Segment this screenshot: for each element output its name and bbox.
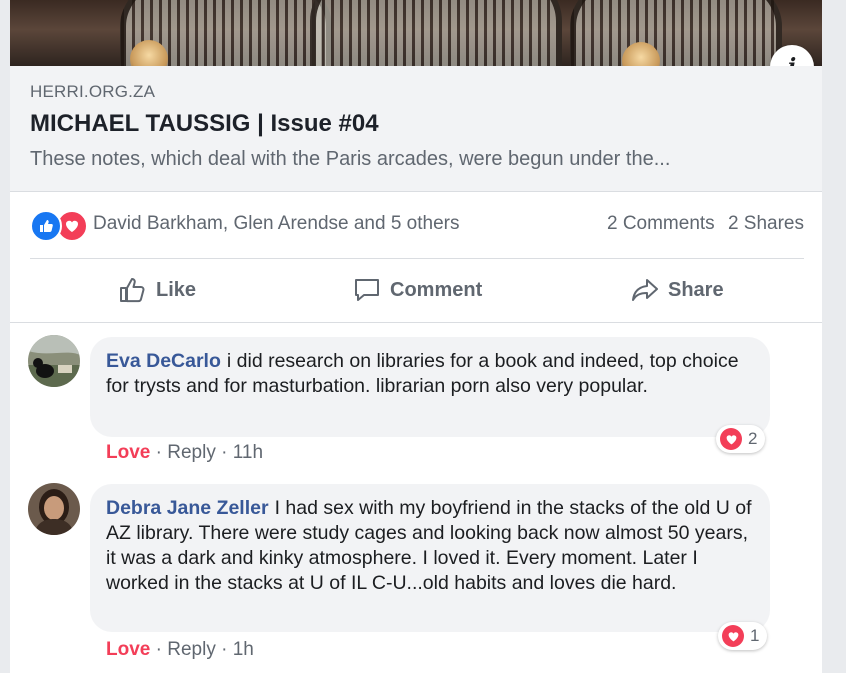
reactor-names[interactable]: David Barkham, Glen Arendse and 5 others — [93, 213, 459, 235]
share-arrow-icon — [632, 279, 658, 301]
love-icon — [720, 428, 742, 450]
reaction-count: 1 — [750, 626, 760, 645]
reply-button[interactable]: Reply — [167, 639, 216, 660]
reply-button[interactable]: Reply — [167, 442, 216, 463]
comment-reaction-badge[interactable]: 2 — [716, 425, 766, 453]
share-label: Share — [668, 278, 724, 301]
shares-count[interactable]: 2 Shares — [728, 213, 804, 234]
thumbs-up-icon — [120, 278, 145, 303]
comments-count[interactable]: 2 Comments — [607, 213, 715, 234]
comment-meta: Love · Reply · 1h — [106, 639, 254, 660]
action-bar: Like Comment Share — [10, 259, 822, 321]
avatar[interactable] — [28, 335, 80, 387]
share-button[interactable]: Share — [630, 273, 724, 307]
divider — [10, 322, 822, 323]
reaction-count: 2 — [748, 429, 758, 448]
comment-reaction-badge[interactable]: 1 — [718, 622, 768, 650]
like-button[interactable]: Like — [118, 273, 196, 307]
reactions-summary: David Barkham, Glen Arendse and 5 others… — [10, 192, 822, 258]
link-title[interactable]: MICHAEL TAUSSIG | Issue #04 — [30, 110, 379, 138]
like-label: Like — [156, 278, 197, 301]
comment-label: Comment — [390, 278, 483, 301]
reaction-icons[interactable] — [30, 210, 92, 242]
link-preview[interactable]: HERRI.ORG.ZA MICHAEL TAUSSIG | Issue #04… — [10, 66, 822, 192]
comment-bubble: Debra Jane Zeller I had sex with my boyfr… — [90, 484, 770, 632]
engagement-counts: 2 Comments 2 Shares — [599, 213, 804, 235]
post-card: i HERRI.ORG.ZA MICHAEL TAUSSIG | Issue #… — [10, 0, 822, 673]
comment-author[interactable]: Eva DeCarlo — [106, 350, 221, 372]
love-button[interactable]: Love — [106, 639, 150, 660]
comment-timestamp[interactable]: 1h — [233, 639, 254, 660]
comment-button[interactable]: Comment — [352, 273, 482, 307]
link-preview-image[interactable] — [10, 0, 822, 66]
comment-author[interactable]: Debra Jane Zeller — [106, 497, 269, 519]
comment-bubble: Eva DeCarlo i did research on libraries f… — [90, 337, 770, 437]
comment-meta: Love · Reply · 11h — [106, 442, 264, 463]
speech-bubble-icon — [355, 279, 379, 301]
comment-timestamp[interactable]: 11h — [233, 442, 263, 463]
love-icon — [722, 625, 744, 647]
love-button[interactable]: Love — [106, 442, 150, 463]
link-description: These notes, which deal with the Paris a… — [30, 148, 671, 170]
like-icon — [30, 210, 62, 242]
link-domain: HERRI.ORG.ZA — [30, 82, 156, 101]
avatar[interactable] — [28, 483, 80, 535]
